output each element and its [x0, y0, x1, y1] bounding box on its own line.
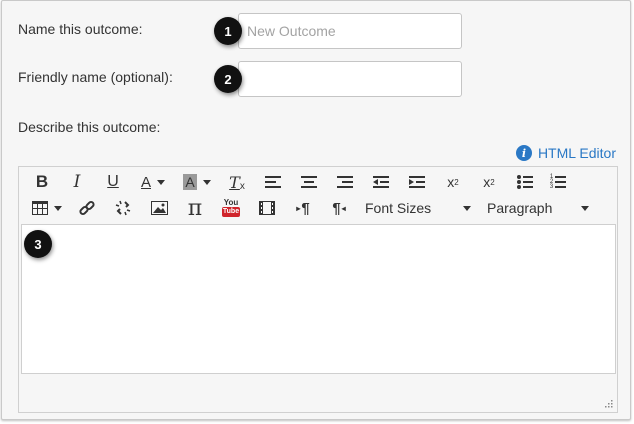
font-sizes-label: Font Sizes [365, 200, 432, 216]
align-center-icon[interactable] [291, 169, 327, 195]
text-color-icon[interactable]: A [131, 169, 175, 195]
subscript-mark: 2 [490, 177, 495, 187]
toolbar-row-2: π You Tube ▸ ¶ ¶ ◂ Font Sizes Paragraph [25, 195, 593, 221]
align-right-icon[interactable] [327, 169, 363, 195]
friendly-name-label: Friendly name (optional): [18, 69, 173, 85]
toolbar-row-1: B I U A A Tx x 2 x 2 1 2 3 [25, 169, 573, 195]
chevron-down-icon [581, 205, 589, 211]
clear-formatting-icon[interactable]: Tx [219, 169, 255, 195]
chevron-down-icon [54, 205, 62, 211]
youtube-bottom-text: Tube [221, 207, 241, 217]
text-color-glyph: A [140, 173, 151, 191]
align-left-icon[interactable] [255, 169, 291, 195]
editor-toolbar: B I U A A Tx x 2 x 2 1 2 3 π You Tube ▸ … [19, 167, 617, 223]
name-input[interactable] [238, 13, 462, 49]
underline-icon[interactable]: U [95, 169, 131, 195]
paragraph-label: Paragraph [487, 200, 553, 216]
font-sizes-dropdown[interactable]: Font Sizes [365, 195, 475, 221]
paragraph-dropdown[interactable]: Paragraph [487, 195, 593, 221]
describe-label: Describe this outcome: [18, 119, 161, 135]
chevron-down-icon [157, 179, 165, 185]
ltr-glyph: ¶ [301, 199, 310, 217]
friendly-name-input[interactable] [238, 61, 462, 97]
numbered-list-icon[interactable]: 123 [543, 169, 573, 195]
list-number: 3 [549, 183, 554, 190]
callout-marker: 1 [214, 17, 242, 45]
rtl-glyph: ¶ [332, 199, 341, 217]
clear-format-x: x [239, 180, 245, 192]
media-icon[interactable] [249, 195, 285, 221]
unlink-icon[interactable] [105, 195, 141, 221]
rtl-arrow: ◂ [341, 203, 346, 213]
superscript-glyph: x [447, 174, 455, 190]
link-icon[interactable] [69, 195, 105, 221]
info-icon: i [515, 145, 532, 161]
italic-icon[interactable]: I [59, 169, 95, 195]
outdent-icon[interactable] [363, 169, 399, 195]
youtube-logo: You Tube [221, 198, 241, 217]
rtl-icon[interactable]: ¶ ◂ [321, 195, 357, 221]
rich-text-editor: B I U A A Tx x 2 x 2 1 2 3 π You Tube ▸ … [18, 166, 618, 413]
clear-format-glyph: T [229, 172, 240, 192]
chevron-down-icon [202, 179, 211, 185]
superscript-icon[interactable]: x2 [435, 169, 471, 195]
image-icon[interactable] [141, 195, 177, 221]
bold-icon[interactable]: B [25, 169, 59, 195]
indent-icon[interactable] [399, 169, 435, 195]
youtube-top-text: You [223, 198, 239, 207]
subscript-icon[interactable]: x2 [471, 169, 507, 195]
ltr-icon[interactable]: ▸ ¶ [285, 195, 321, 221]
html-editor-toggle[interactable]: i HTML Editor [515, 145, 616, 161]
ltr-arrow: ▸ [296, 203, 301, 213]
chevron-down-icon [463, 205, 471, 211]
equation-icon[interactable]: π [177, 195, 213, 221]
bg-color-glyph: A [183, 174, 197, 190]
youtube-icon[interactable]: You Tube [213, 195, 249, 221]
background-color-icon[interactable]: A [175, 169, 219, 195]
superscript-mark: 2 [454, 177, 459, 187]
name-label: Name this outcome: [18, 21, 143, 37]
subscript-glyph: x [483, 174, 491, 190]
numbered-list-numbers: 123 [549, 174, 554, 190]
outcome-form-panel: Name this outcome: Friendly name (option… [1, 0, 631, 420]
bullet-list-icon[interactable] [507, 169, 543, 195]
html-editor-link[interactable]: HTML Editor [538, 145, 616, 161]
callout-marker: 3 [24, 230, 52, 258]
callout-marker: 2 [214, 65, 242, 93]
resize-handle-icon[interactable] [603, 398, 613, 408]
editor-content-area[interactable] [21, 224, 616, 374]
table-icon[interactable] [25, 195, 69, 221]
